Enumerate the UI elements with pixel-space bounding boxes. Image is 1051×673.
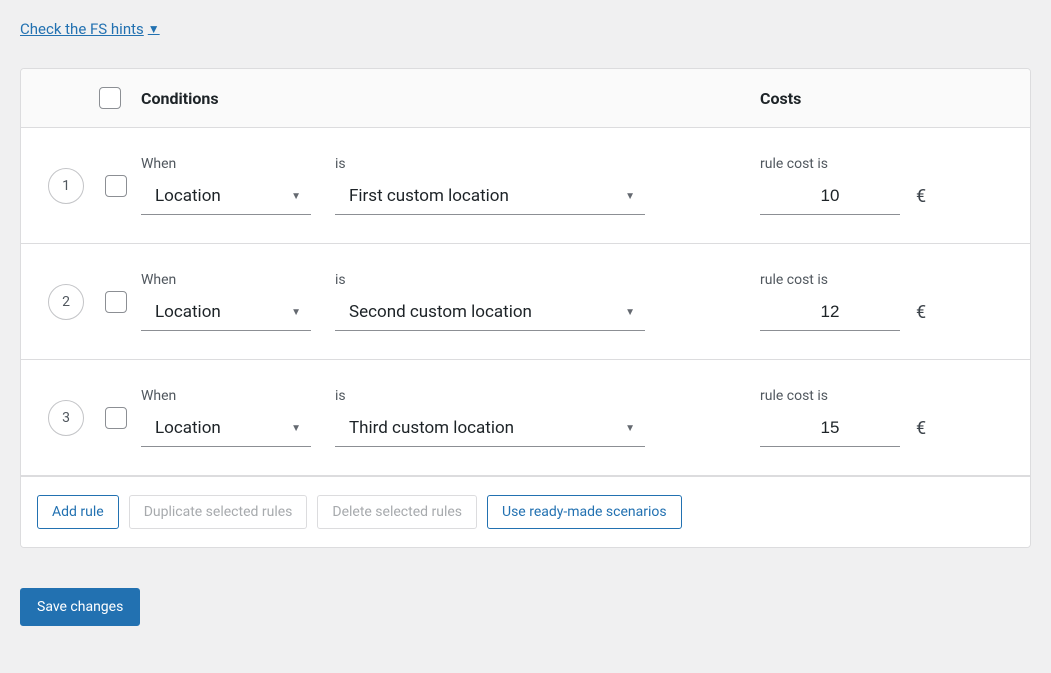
delete-rules-button[interactable]: Delete selected rules [317, 495, 477, 529]
row-checkbox[interactable] [105, 291, 127, 313]
cost-input[interactable] [760, 180, 900, 215]
rules-footer: Add rule Duplicate selected rules Delete… [21, 476, 1030, 547]
cost-input[interactable] [760, 412, 900, 447]
row-number: 2 [48, 284, 84, 320]
when-value: Location [155, 418, 291, 438]
table-row: 2 When Location ▼ is Second custom locat… [21, 244, 1030, 360]
rules-header-row: Conditions Costs [21, 69, 1030, 128]
is-select[interactable]: Third custom location ▼ [335, 412, 645, 447]
row-number: 1 [48, 168, 84, 204]
currency-symbol: € [916, 302, 926, 331]
fs-hints-label: Check the FS hints [20, 20, 144, 38]
scenarios-button[interactable]: Use ready-made scenarios [487, 495, 682, 529]
header-conditions: Conditions [141, 89, 760, 108]
is-select[interactable]: Second custom location ▼ [335, 296, 645, 331]
chevron-down-icon: ▼ [148, 22, 160, 36]
is-label: is [335, 272, 645, 288]
when-value: Location [155, 186, 291, 206]
when-label: When [141, 156, 311, 172]
table-row: 3 When Location ▼ is Third custom locati… [21, 360, 1030, 476]
chevron-down-icon: ▼ [291, 423, 301, 434]
row-checkbox[interactable] [105, 407, 127, 429]
chevron-down-icon: ▼ [291, 307, 301, 318]
currency-symbol: € [916, 418, 926, 447]
cost-input[interactable] [760, 296, 900, 331]
add-rule-button[interactable]: Add rule [37, 495, 119, 529]
row-checkbox[interactable] [105, 175, 127, 197]
currency-symbol: € [916, 186, 926, 215]
select-all-checkbox[interactable] [99, 87, 121, 109]
row-number: 3 [48, 400, 84, 436]
chevron-down-icon: ▼ [291, 191, 301, 202]
is-value: Second custom location [349, 302, 625, 322]
is-select[interactable]: First custom location ▼ [335, 180, 645, 215]
when-label: When [141, 272, 311, 288]
when-label: When [141, 388, 311, 404]
is-label: is [335, 156, 645, 172]
fs-hints-link[interactable]: Check the FS hints ▼ [20, 20, 160, 38]
when-select[interactable]: Location ▼ [141, 180, 311, 215]
duplicate-rules-button[interactable]: Duplicate selected rules [129, 495, 308, 529]
when-select[interactable]: Location ▼ [141, 412, 311, 447]
chevron-down-icon: ▼ [625, 423, 635, 434]
chevron-down-icon: ▼ [625, 307, 635, 318]
is-label: is [335, 388, 645, 404]
is-value: First custom location [349, 186, 625, 206]
cost-label: rule cost is [760, 156, 900, 172]
save-button[interactable]: Save changes [20, 588, 140, 626]
when-value: Location [155, 302, 291, 322]
when-select[interactable]: Location ▼ [141, 296, 311, 331]
rules-table: Conditions Costs 1 When Location ▼ is Fi… [20, 68, 1031, 548]
cost-label: rule cost is [760, 388, 900, 404]
chevron-down-icon: ▼ [625, 191, 635, 202]
table-row: 1 When Location ▼ is First custom locati… [21, 128, 1030, 244]
header-costs: Costs [760, 89, 1010, 108]
is-value: Third custom location [349, 418, 625, 438]
cost-label: rule cost is [760, 272, 900, 288]
